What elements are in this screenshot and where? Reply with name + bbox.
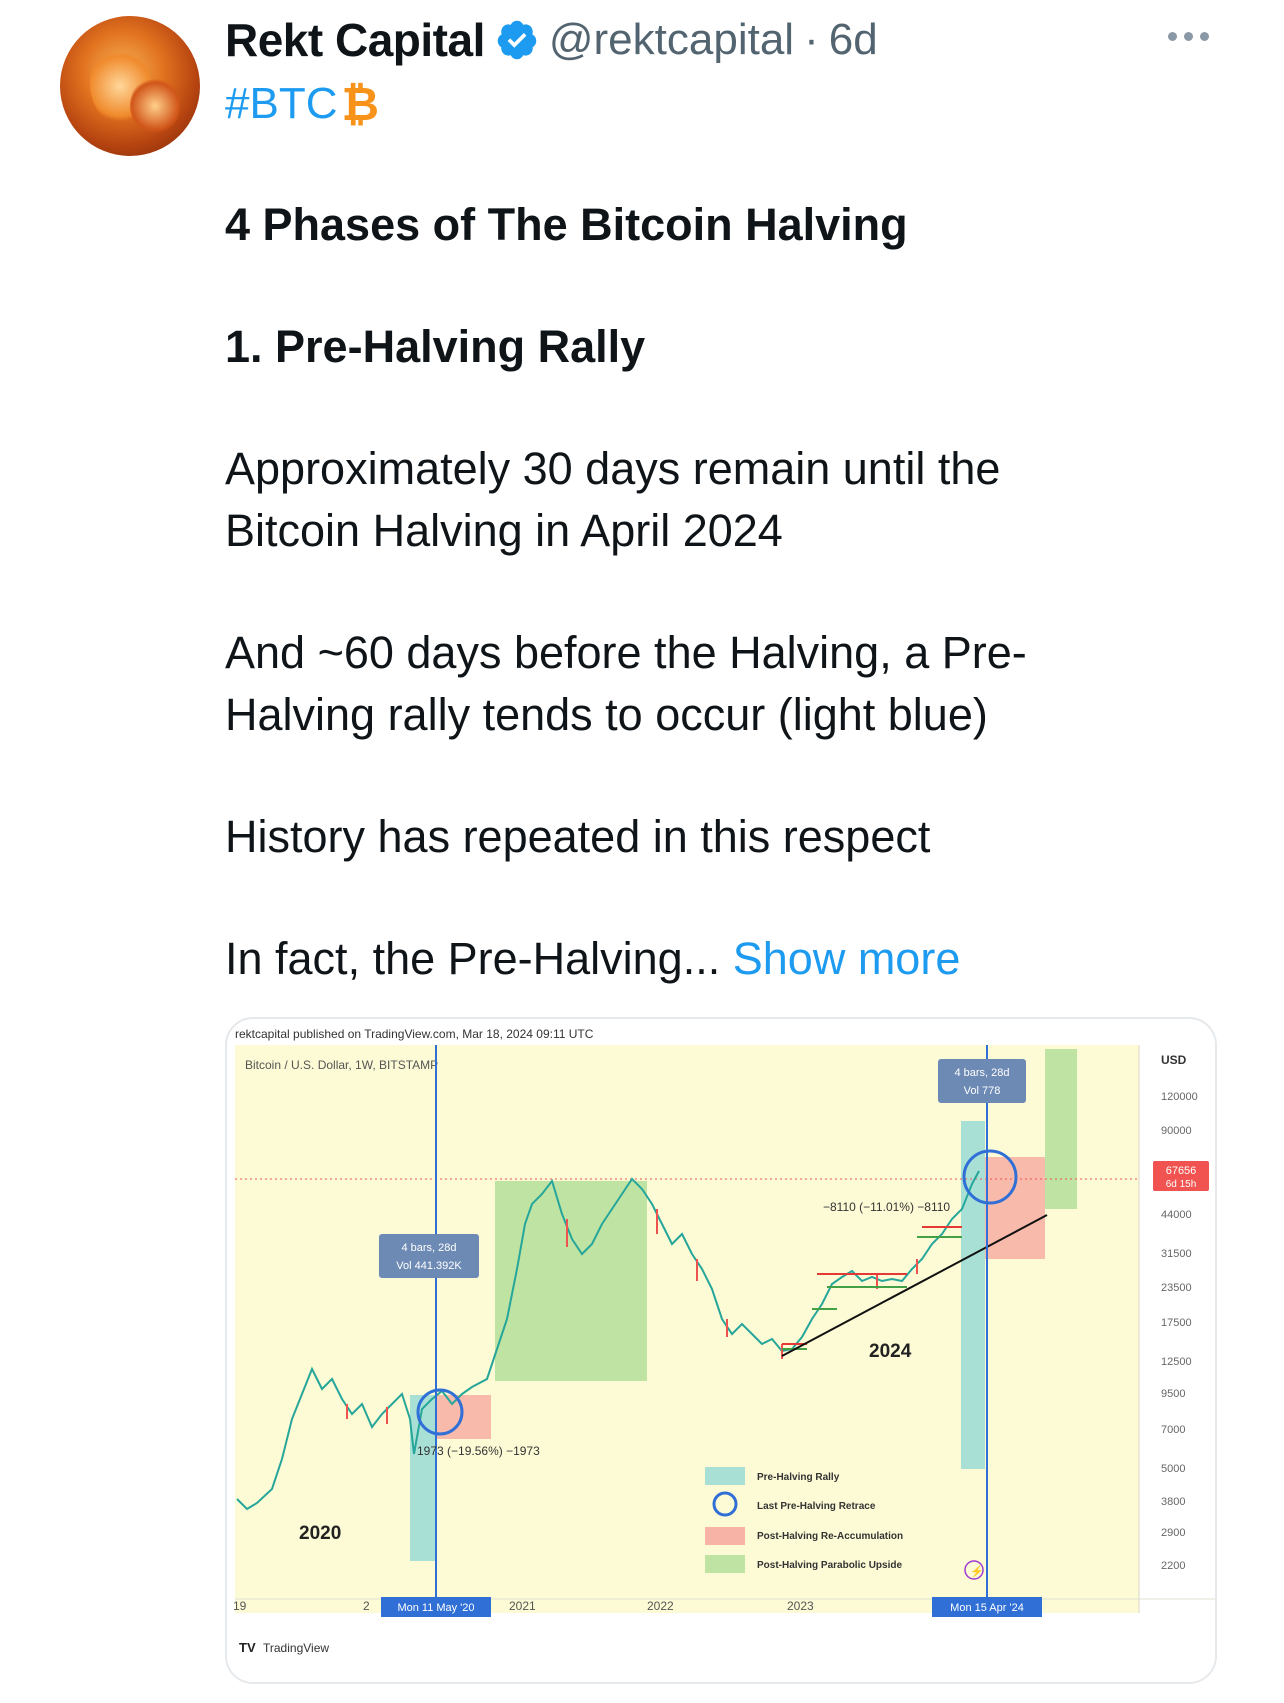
separator-dot: ·: [804, 15, 819, 64]
plot-area: [235, 1045, 1139, 1613]
price-tick: 9500: [1161, 1388, 1185, 1400]
timestamp[interactable]: 6d: [829, 15, 878, 65]
verified-badge-icon: [497, 20, 537, 60]
year-label-2020: 2020: [299, 1523, 341, 1544]
tweet-text-line: Bitcoin Halving in April 2024: [225, 505, 783, 556]
price-tick: 23500: [1161, 1282, 1192, 1294]
price-tick: 2900: [1161, 1527, 1185, 1539]
tweet-media-chart[interactable]: rektcapital published on TradingView.com…: [225, 1017, 1217, 1684]
show-more-link[interactable]: Show more: [733, 933, 961, 984]
x-tick: 2: [363, 1599, 370, 1613]
tooltip-2020-line1: 4 bars, 28d: [401, 1242, 456, 1254]
tweet-subtitle: 1. Pre-Halving Rally: [225, 321, 646, 372]
tooltip-2024-line2: Vol 778: [964, 1085, 1001, 1097]
legend-label: Post-Halving Parabolic Upside: [757, 1560, 902, 1571]
cursor-date-2020: Mon 11 May '20: [397, 1602, 474, 1614]
pre-halving-zone-2020: [410, 1395, 436, 1561]
x-tick: 2023: [787, 1599, 814, 1613]
price-tick: 5000: [1161, 1463, 1185, 1475]
tweet-text-line: In fact, the Pre-Halving... Show more: [225, 928, 960, 990]
tweet-text-line: Approximately 30 days remain until the: [225, 443, 1001, 494]
dot-icon: [1184, 31, 1193, 41]
price-tick: 90000: [1161, 1125, 1192, 1137]
price-tick: 3800: [1161, 1496, 1185, 1508]
current-price-value: 67656: [1166, 1165, 1197, 1177]
chart-svg: rektcapital published on TradingView.com…: [227, 1027, 1215, 1682]
alert-glyph: ⚡: [970, 1565, 984, 1578]
tweet-text-line: Halving rally tends to occur (light blue…: [225, 689, 988, 740]
dot-icon: [1168, 31, 1177, 41]
tweet-header: Rekt Capital @rektcapital · 6d: [225, 12, 878, 68]
cursor-date-2024: Mon 15 Apr '24: [950, 1602, 1024, 1614]
parabolic-zone-2025: [1045, 1049, 1077, 1209]
measure-label-2020: 1973 (−19.56%) −1973: [417, 1444, 540, 1458]
legend-label: Last Pre-Halving Retrace: [757, 1501, 876, 1512]
legend-swatch-reaccum: [705, 1527, 745, 1545]
measure-label-2024: −8110 (−11.01%) −8110: [823, 1200, 950, 1214]
tweet-title: 4 Phases of The Bitcoin Halving: [225, 199, 908, 250]
avatar[interactable]: [60, 16, 200, 156]
year-label-2024: 2024: [869, 1341, 912, 1362]
price-tick: 17500: [1161, 1317, 1192, 1329]
legend-label: Pre-Halving Rally: [757, 1472, 840, 1483]
parabolic-zone-2021: [495, 1181, 647, 1381]
dot-icon: [1200, 31, 1209, 41]
price-tick: 120000: [1161, 1091, 1198, 1103]
tradingview-watermark: TradingView: [263, 1641, 329, 1655]
avatar-flame: [130, 76, 180, 136]
price-tick: 44000: [1161, 1209, 1192, 1221]
tooltip-2020-line2: Vol 441.392K: [396, 1260, 462, 1272]
display-name[interactable]: Rekt Capital: [225, 13, 485, 67]
tooltip-2024-line1: 4 bars, 28d: [954, 1067, 1009, 1079]
truncated-text: In fact, the Pre-Halving...: [225, 933, 721, 984]
bitcoin-icon: ₿: [341, 78, 379, 130]
symbol-text: Bitcoin / U.S. Dollar, 1W, BITSTAMP: [245, 1058, 438, 1072]
tweet-text-line: And ~60 days before the Halving, a Pre-: [225, 627, 1027, 678]
tradingview-logo-icon: TV: [239, 1640, 256, 1655]
more-options-icon[interactable]: [1168, 26, 1218, 46]
price-tick: 31500: [1161, 1248, 1192, 1260]
currency-label: USD: [1161, 1053, 1187, 1067]
legend-label: Post-Halving Re-Accumulation: [757, 1531, 903, 1542]
x-tick: 2021: [509, 1599, 536, 1613]
price-tick: 7000: [1161, 1424, 1185, 1436]
x-tick: 2022: [647, 1599, 674, 1613]
footer-area: [227, 1613, 1215, 1682]
legend-swatch-parabolic: [705, 1555, 745, 1573]
price-tick: 2200: [1161, 1560, 1185, 1572]
tweet-text-line: History has repeated in this respect: [225, 811, 931, 862]
published-text: rektcapital published on TradingView.com…: [235, 1027, 594, 1041]
legend-swatch-pre-halving: [705, 1467, 745, 1485]
handle[interactable]: @rektcapital: [549, 15, 794, 65]
hashtag-line: #BTC ₿: [225, 76, 379, 132]
x-tick: 19: [233, 1599, 247, 1613]
price-tick: 12500: [1161, 1356, 1192, 1368]
hashtag-link[interactable]: #BTC: [225, 79, 337, 129]
current-price-countdown: 6d 15h: [1166, 1179, 1197, 1190]
